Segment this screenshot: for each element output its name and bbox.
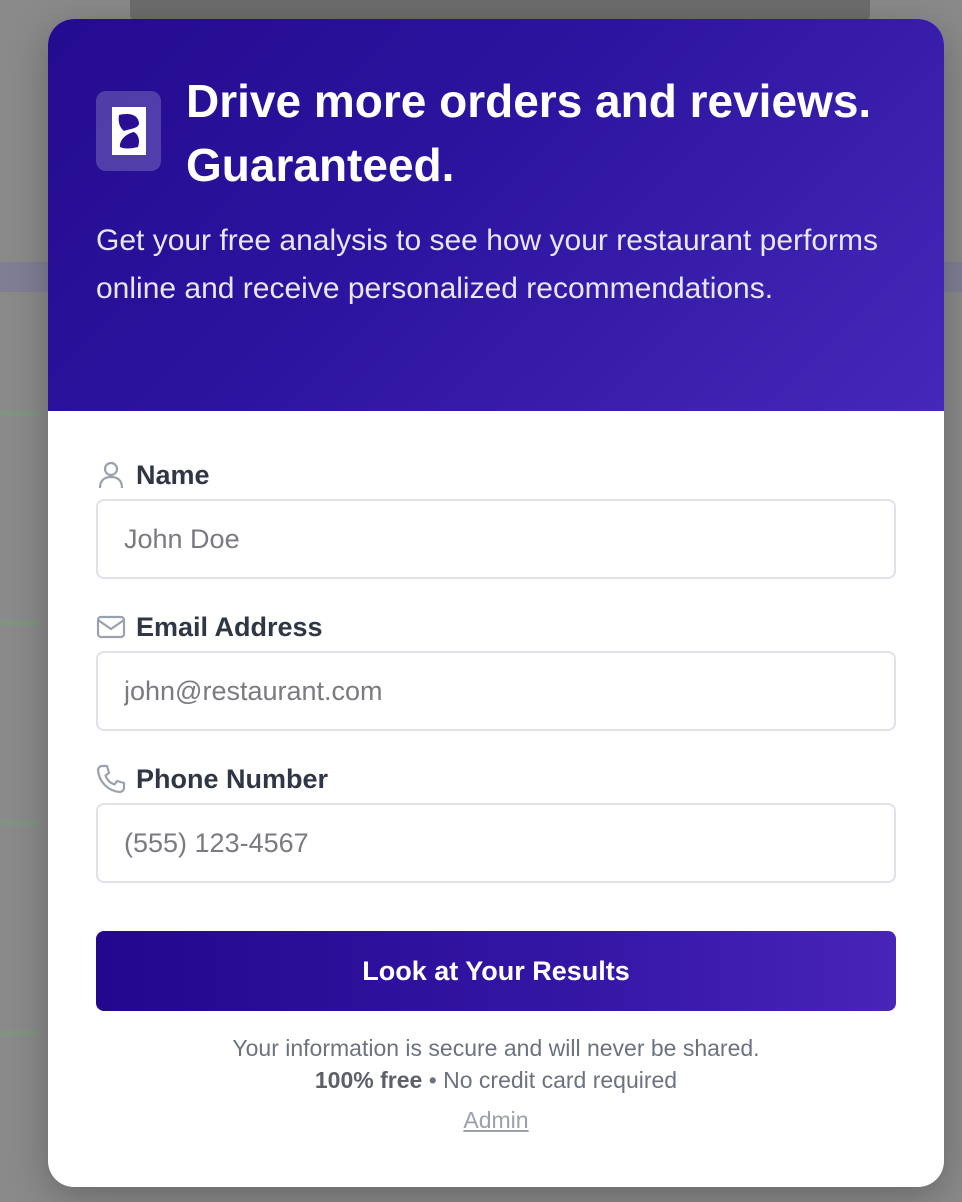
secure-note: Your information is secure and will neve… xyxy=(232,1035,760,1061)
modal-header: Drive more orders and reviews. Guarantee… xyxy=(48,19,944,411)
submit-button[interactable]: Look at Your Results xyxy=(96,931,896,1011)
modal-headline: Drive more orders and reviews. Guarantee… xyxy=(186,75,872,191)
user-icon xyxy=(96,460,126,490)
email-input[interactable] xyxy=(96,651,896,731)
logo-mark-icon xyxy=(111,107,146,155)
email-label: Email Address xyxy=(96,609,323,645)
free-note-rest: • No credit card required xyxy=(422,1067,678,1093)
name-label: Name xyxy=(96,457,210,493)
phone-icon xyxy=(96,764,126,794)
free-note-strong: 100% free xyxy=(314,1067,423,1093)
name-input[interactable] xyxy=(96,499,896,579)
brand-logo xyxy=(96,91,161,171)
mail-icon xyxy=(96,612,126,642)
free-note: 100% free • No credit card required xyxy=(48,1067,944,1094)
signup-modal: Drive more orders and reviews. Guarantee… xyxy=(48,19,944,1187)
background-line xyxy=(0,1030,40,1036)
background-line xyxy=(0,620,40,626)
email-label-text: Email Address xyxy=(136,611,323,642)
modal-subtext: Get your free analysis to see how your r… xyxy=(96,224,879,305)
admin-link-wrap: Admin xyxy=(48,1107,944,1134)
background-line xyxy=(0,410,40,416)
phone-label: Phone Number xyxy=(96,761,328,797)
phone-input[interactable] xyxy=(96,803,896,883)
phone-label-text: Phone Number xyxy=(136,763,329,794)
name-label-text: Name xyxy=(136,459,210,490)
background-line xyxy=(0,820,40,826)
admin-link[interactable]: Admin xyxy=(463,1107,528,1133)
